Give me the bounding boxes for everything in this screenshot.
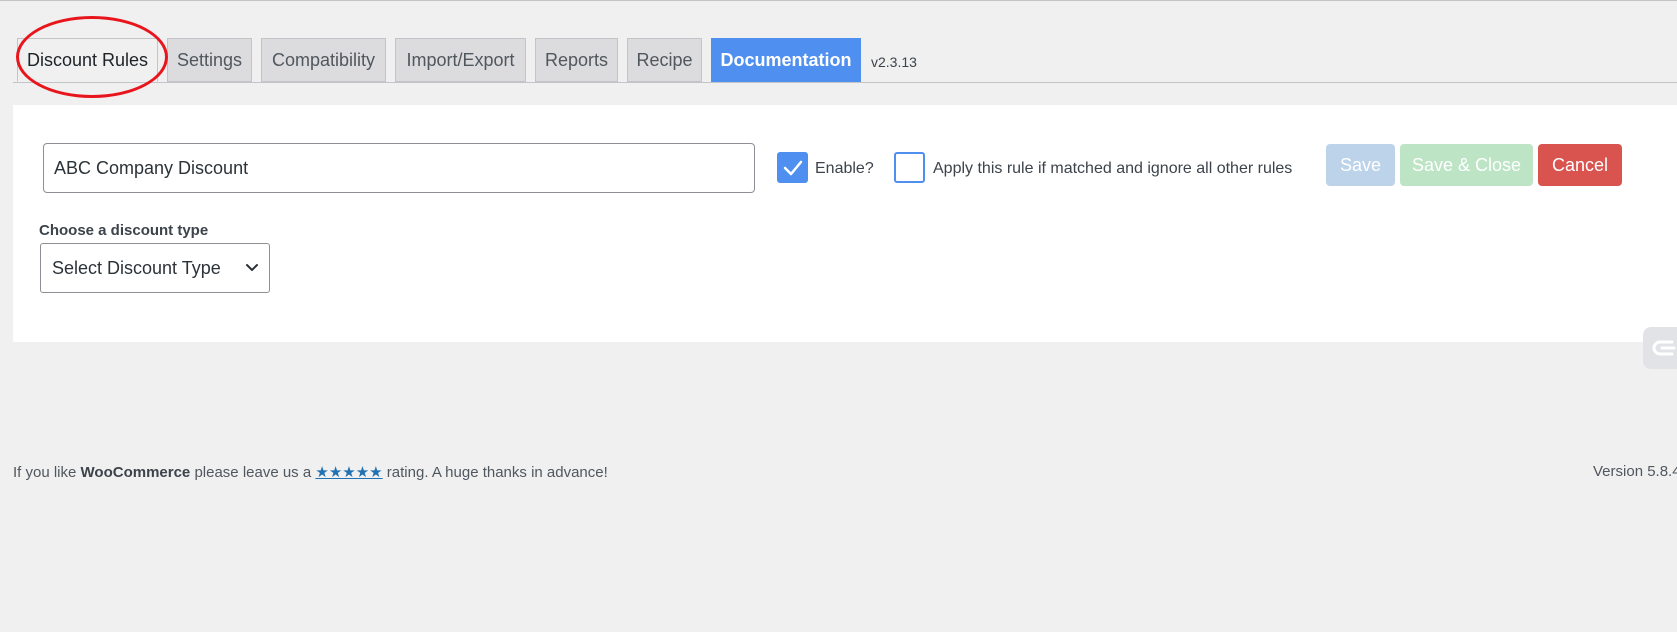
exclusive-rule-checkbox[interactable] [894,152,925,183]
top-border [0,0,1677,1]
tab-import-export[interactable]: Import/Export [395,38,526,82]
enable-label: Enable? [815,160,874,177]
tab-divider [13,82,1677,83]
tab-discount-rules[interactable]: Discount Rules [17,38,158,82]
enable-checkbox[interactable] [777,152,808,183]
tab-recipe[interactable]: Recipe [627,38,702,82]
discount-type-selected: Select Discount Type [52,257,221,278]
tab-bar: Discount Rules Settings Compatibility Im… [17,38,917,82]
footer-suffix: rating. A huge thanks in advance! [382,464,608,481]
check-icon [783,160,803,176]
chevron-down-icon [246,264,258,271]
tab-documentation[interactable]: Documentation [711,38,861,82]
plugin-version: v2.3.13 [871,54,917,70]
footer-brand: WooCommerce [80,464,191,481]
discount-type-label: Choose a discount type [39,222,209,239]
save-close-button[interactable]: Save & Close [1400,144,1533,186]
rule-editor-panel: Enable? Apply this rule if matched and i… [13,105,1677,342]
discount-type-select[interactable]: Select Discount Type [40,243,270,293]
footer-rating-text: If you like WooCommerce please leave us … [13,463,608,481]
widget-logo-icon [1652,340,1676,356]
side-widget-button[interactable] [1643,327,1677,369]
wp-version: Version 5.8.4 [1593,463,1677,480]
tab-settings[interactable]: Settings [167,38,252,82]
rating-stars-link[interactable]: ★★★★★ [315,464,382,481]
footer-prefix: If you like [13,464,81,481]
cancel-button[interactable]: Cancel [1538,144,1622,186]
tab-reports[interactable]: Reports [535,38,618,82]
tab-compatibility[interactable]: Compatibility [261,38,386,82]
save-button[interactable]: Save [1326,144,1395,186]
rule-name-input[interactable] [43,143,755,193]
exclusive-rule-label: Apply this rule if matched and ignore al… [933,160,1293,177]
footer-middle: please leave us a [190,464,316,481]
